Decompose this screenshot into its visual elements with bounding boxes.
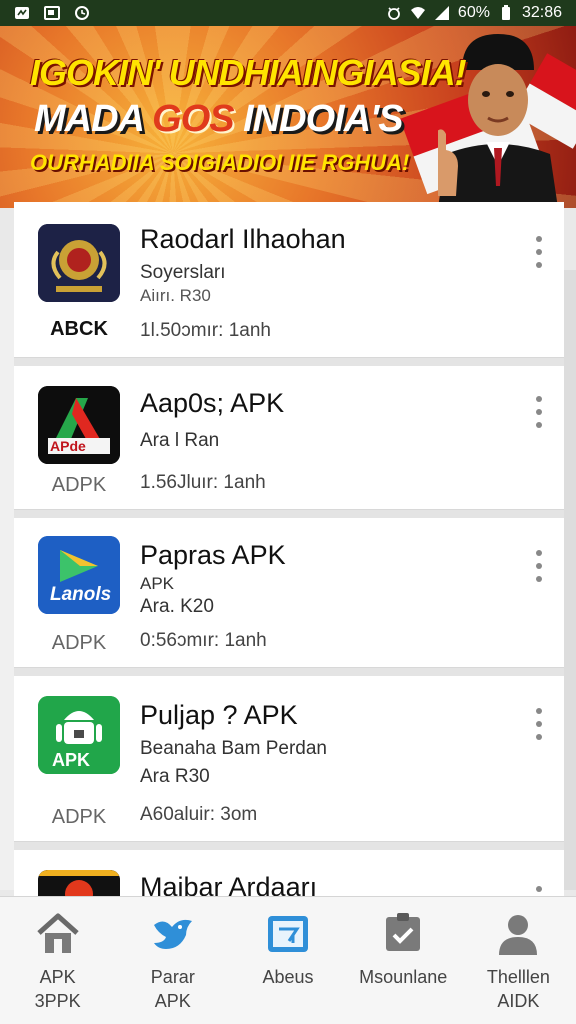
divider: [14, 842, 564, 850]
banner-tagline: OURHADIIA SOIGIADIOI IIE RGHUA!: [30, 150, 410, 175]
more-options-icon[interactable]: [534, 550, 544, 582]
checklist-icon: [380, 911, 426, 957]
list-item[interactable]: Lanols Papras APK APK Ara. K20 ADPK 0:56…: [14, 518, 564, 668]
signal-icon: [434, 5, 450, 21]
divider: [14, 668, 564, 676]
app-icon-emblem: [38, 224, 120, 302]
app-icon-text: APde: [50, 438, 86, 454]
nav-item-checklist[interactable]: Msounlane: [346, 897, 461, 1024]
app-developer: Ara l Ran: [140, 430, 220, 451]
nav-item-tablet[interactable]: Abeus: [230, 897, 345, 1024]
app-icon-partial: [38, 870, 120, 896]
divider: [14, 358, 564, 366]
app-meta: 1l.50ɔmır: 1anh: [140, 320, 271, 341]
battery-icon: [498, 5, 514, 21]
promo-banner[interactable]: IGOKIN' UNDHIAINGIASIA! MADA GOS INDOIA'…: [0, 26, 576, 208]
list-item[interactable]: Raodarl Ilhaohan Soyersları Aiırı. R30 A…: [14, 202, 564, 358]
more-options-icon[interactable]: [534, 236, 544, 268]
status-bar: 60% 32:86: [0, 0, 576, 26]
app-rating: Ara. K20: [140, 596, 214, 617]
sync-icon: [74, 5, 90, 21]
nav-item-profile[interactable]: Thelllen AIDK: [461, 897, 576, 1024]
list-item[interactable]: Maibar Ardaarı: [14, 850, 564, 896]
app-icon-apde: APde: [38, 386, 120, 464]
banner-subheadline-part3: INDOIA'S: [233, 98, 403, 140]
list-item[interactable]: APde Aap0s; APK Ara l Ran ADPK 1.56Jluır…: [14, 366, 564, 510]
app-icon-android: APK: [38, 696, 120, 774]
person-icon: [495, 911, 541, 957]
app-title[interactable]: Raodarl Ilhaohan: [140, 224, 346, 255]
list-item[interactable]: APK Puljap ? APK Beanaha Bam Perdan Ara …: [14, 676, 564, 842]
nav-label: Msounlane: [359, 967, 448, 987]
app-tag: ABCK: [50, 318, 108, 340]
divider: [14, 510, 564, 518]
banner-headline: IGOKIN' UNDHIAINGIASIA!: [30, 52, 467, 93]
nav-label: Abeus: [262, 967, 314, 987]
status-left: [14, 5, 90, 21]
alarm-icon: [386, 5, 402, 21]
more-options-icon[interactable]: [534, 708, 544, 740]
background-strip-right: [562, 270, 576, 890]
nav-item-home[interactable]: APK 3PPK: [0, 897, 115, 1024]
banner-subheadline-part1: MADA: [34, 98, 153, 140]
app-icon-lanols: Lanols: [38, 536, 120, 614]
app-list: Raodarl Ilhaohan Soyersları Aiırı. R30 A…: [14, 202, 564, 896]
app-developer: APK: [140, 574, 175, 593]
app-tag: ADPK: [51, 474, 107, 496]
app-meta: 1.56Jluır: 1anh: [140, 472, 266, 493]
nav-label: APK 3PPK: [34, 967, 81, 1011]
nav-item-bird[interactable]: Parar APK: [115, 897, 230, 1024]
more-options-icon[interactable]: [534, 886, 544, 896]
wifi-icon: [410, 5, 426, 21]
clock: 32:86: [521, 4, 562, 21]
bird-icon: [150, 911, 196, 957]
app-tag: ADPK: [51, 632, 107, 654]
app-icon-text: Lanols: [50, 584, 112, 605]
app-title[interactable]: Aap0s; APK: [140, 388, 284, 419]
app-meta: A60aluir: 3om: [140, 804, 258, 825]
app-meta: 0:56ɔmır: 1anh: [140, 630, 267, 651]
app-developer: Soyersları: [140, 262, 226, 283]
bottom-navigation: APK 3PPK Parar APK Abeus Msounlane Thell…: [0, 896, 576, 1024]
home-icon: [35, 911, 81, 957]
banner-subheadline-highlight: GOS: [152, 98, 234, 140]
app-developer: Beanaha Bam Perdan: [140, 738, 327, 759]
notification-icon: [14, 5, 30, 21]
app-rating: Aiırı. R30: [140, 286, 211, 305]
app-tag: ADPK: [51, 806, 107, 828]
app-title[interactable]: Maibar Ardaarı: [140, 872, 317, 896]
nav-label: Thelllen AIDK: [486, 967, 550, 1011]
nav-label: Parar APK: [150, 967, 195, 1011]
app-icon-text: APK: [52, 750, 91, 770]
banner-subheadline: MADA GOS INDOIA'S: [34, 98, 404, 141]
app-title[interactable]: Papras APK: [140, 540, 286, 571]
app-rating: Ara R30: [140, 766, 210, 787]
tablet-icon: [265, 911, 311, 957]
app-title[interactable]: Puljap ? APK: [140, 700, 298, 731]
more-options-icon[interactable]: [534, 396, 544, 428]
status-right: 60% 32:86: [386, 4, 562, 22]
image-icon: [44, 5, 60, 21]
battery-percent: 60%: [457, 4, 490, 21]
